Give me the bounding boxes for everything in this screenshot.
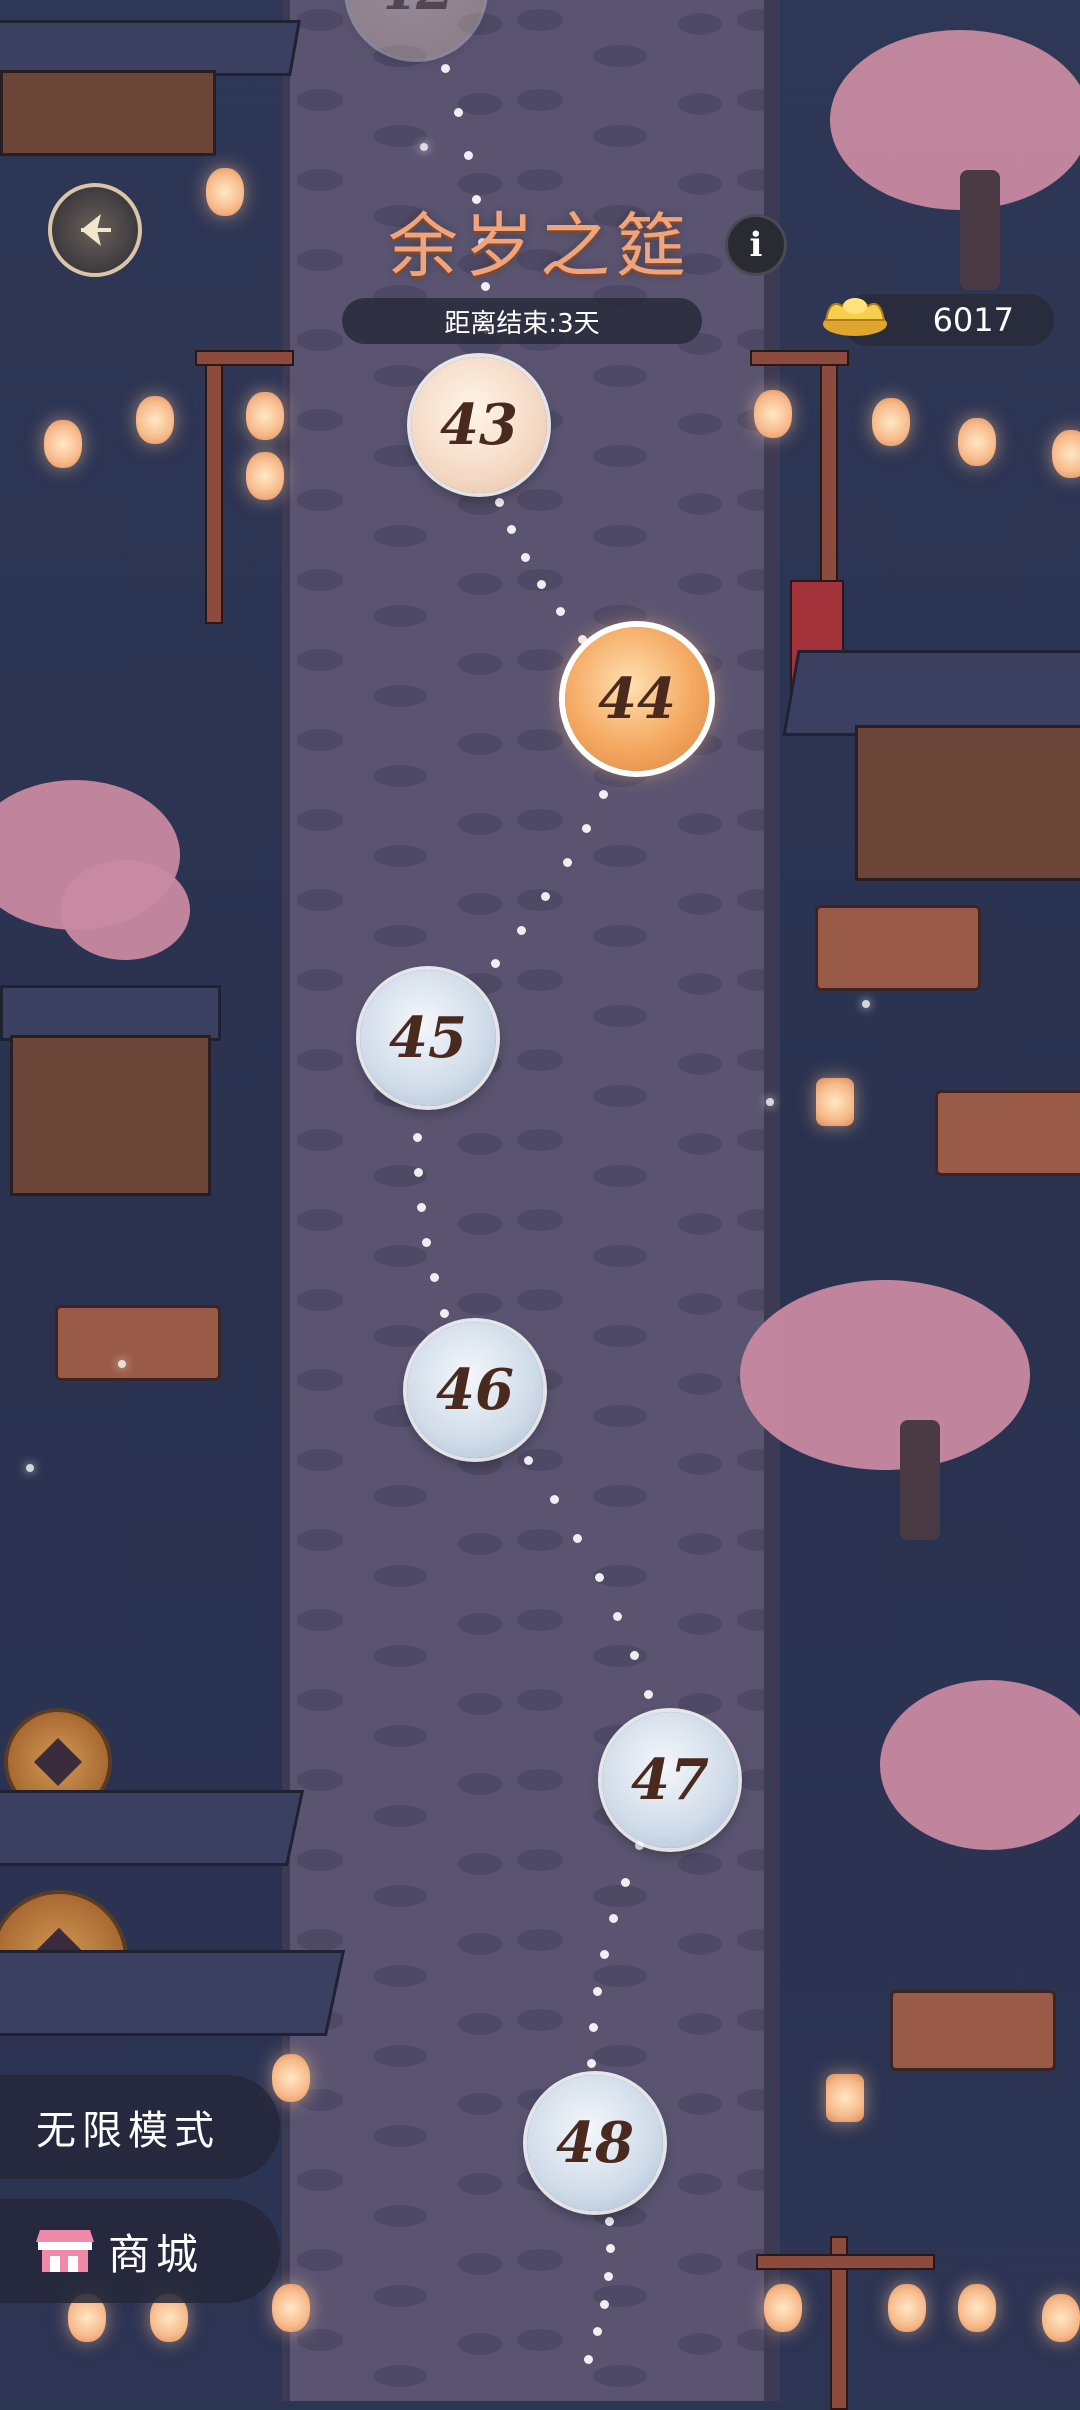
path-dot — [453, 107, 463, 117]
tree-trunk — [900, 1420, 940, 1540]
path-dot — [629, 1651, 639, 1661]
table — [55, 1305, 221, 1381]
lantern-icon — [272, 2054, 310, 2102]
lantern-icon — [816, 1078, 854, 1126]
endless-mode-label: 无限模式 — [36, 2108, 220, 2154]
path-dot — [577, 634, 587, 644]
level-number: 47 — [631, 1747, 709, 1813]
lantern-icon — [958, 2284, 996, 2332]
lantern-icon — [1042, 2294, 1080, 2342]
table — [935, 1090, 1080, 1176]
level-node-47[interactable]: 47 — [602, 1712, 738, 1848]
lantern-icon — [754, 390, 792, 438]
coin-count: 6017 — [932, 301, 1014, 339]
level-number: 43 — [440, 392, 518, 458]
back-button[interactable] — [48, 183, 142, 277]
level-node-43[interactable]: 43 — [411, 357, 547, 493]
shop-stall-icon — [36, 2230, 94, 2272]
tavern — [855, 725, 1080, 881]
right-lantern-post-2-bar — [756, 2254, 935, 2270]
left-lantern-post-1-bar — [195, 350, 294, 366]
table — [815, 905, 981, 991]
level-node-45[interactable]: 45 — [360, 970, 496, 1106]
cherry-blossom-tree — [830, 30, 1080, 210]
food-stall-roof — [0, 985, 221, 1041]
lantern-icon — [246, 452, 284, 500]
firefly — [26, 1464, 34, 1472]
lantern-icon — [206, 168, 244, 216]
lantern-icon — [1052, 430, 1080, 478]
level-number: 48 — [556, 2110, 634, 2176]
lantern-icon — [958, 418, 996, 466]
shop-label: 商城 — [108, 2229, 205, 2279]
path-dot — [520, 552, 530, 562]
lantern-icon — [44, 420, 82, 468]
cherry-blossom-tree — [60, 860, 190, 960]
lantern-icon — [272, 2284, 310, 2332]
path-dot — [598, 789, 608, 799]
left-top-building — [0, 70, 216, 156]
path-dot — [643, 1690, 653, 1700]
firefly — [766, 1098, 774, 1106]
level-node-44[interactable]: 44 — [565, 627, 709, 771]
lantern-icon — [136, 396, 174, 444]
level-number: 42 — [377, 0, 455, 23]
path-dot — [593, 1986, 603, 1996]
tavern-roof — [782, 650, 1080, 736]
left-top-building-roof — [0, 20, 301, 76]
info-button[interactable]: i — [725, 214, 787, 276]
level-number: 44 — [598, 666, 676, 732]
game-scene — [0, 0, 1080, 2410]
table — [890, 1990, 1056, 2071]
level-node-46[interactable]: 46 — [407, 1322, 543, 1458]
cherry-blossom-tree — [740, 1280, 1030, 1470]
lantern-icon — [826, 2074, 864, 2122]
firefly — [118, 1360, 126, 1368]
path-dot — [549, 1495, 559, 1505]
left-bottom-building-roof — [0, 1790, 305, 1866]
level-node-48[interactable]: 48 — [527, 2075, 663, 2211]
path-dot — [599, 2299, 609, 2309]
level-number: 46 — [436, 1357, 514, 1423]
lantern-icon — [246, 392, 284, 440]
back-arrow-icon — [81, 214, 111, 246]
event-title: 余岁之筵 — [388, 205, 692, 287]
firefly — [862, 1000, 870, 1008]
path-dot — [620, 1877, 630, 1887]
path-dot — [506, 525, 516, 535]
path-dot — [516, 925, 526, 935]
path-dot — [416, 1202, 426, 1212]
lantern-icon — [872, 398, 910, 446]
stone-road — [290, 0, 770, 2401]
firefly — [420, 143, 428, 151]
endless-mode-button[interactable]: 无限模式 — [0, 2075, 280, 2179]
level-number: 45 — [389, 1005, 467, 1071]
left-bottom-building-roof-2 — [0, 1950, 346, 2036]
path-dot — [605, 2216, 615, 2226]
path-dot — [412, 1132, 422, 1142]
gold-ingot-icon — [823, 298, 887, 336]
path-dot — [495, 497, 505, 507]
path-dot — [588, 2022, 598, 2032]
path-dot — [413, 1167, 423, 1177]
right-lantern-post-1-bar — [750, 350, 849, 366]
food-stall — [10, 1035, 211, 1196]
left-lantern-post-1 — [205, 350, 223, 624]
path-dot — [440, 1308, 450, 1318]
event-countdown: 距离结束:3天 — [342, 298, 702, 344]
lantern-icon — [764, 2284, 802, 2332]
shop-button[interactable]: 商城 — [0, 2199, 280, 2303]
path-dot — [562, 857, 572, 867]
lantern-icon — [888, 2284, 926, 2332]
path-dot — [523, 1456, 533, 1466]
path-dot — [581, 823, 591, 833]
tree-trunk — [960, 170, 1000, 290]
path-dot — [586, 2059, 596, 2069]
path-dot — [541, 891, 550, 901]
path-dot — [594, 1573, 604, 1583]
path-dot — [490, 959, 500, 969]
